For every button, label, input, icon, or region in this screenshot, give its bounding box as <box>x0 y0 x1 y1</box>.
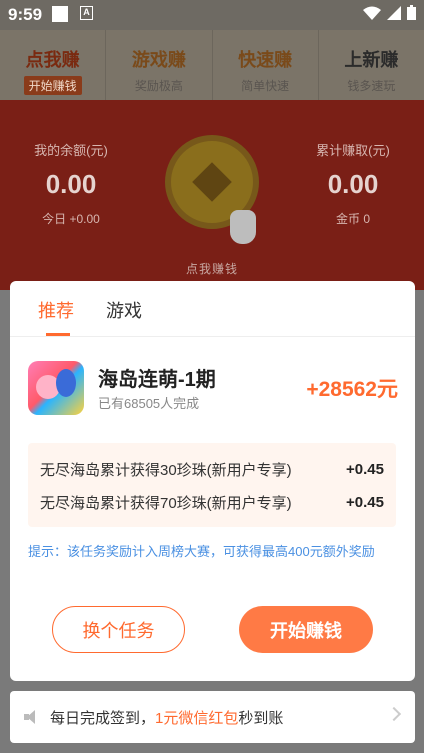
chevron-right-icon <box>386 706 402 722</box>
notice-prefix: 每日完成签到， <box>50 709 156 727</box>
tab-subtitle: 开始赚钱 <box>23 76 82 95</box>
tab-title: 快速赚 <box>238 50 293 70</box>
tab-click-earn[interactable]: 点我赚 开始赚钱 <box>0 30 105 100</box>
status-bar: 9:59 A <box>0 0 424 30</box>
game-app-icon <box>28 361 84 415</box>
game-completion-count: 已有68505人完成 <box>98 396 200 411</box>
tab-games[interactable]: 游戏 <box>106 281 142 336</box>
task-modal: 推荐 游戏 海岛连萌-1期 已有68505人完成 +28562元 无尽海岛累计获… <box>10 281 415 681</box>
signal-icon <box>387 5 401 20</box>
game-name: 海岛连萌-1期 <box>98 369 216 391</box>
tab-subtitle: 奖励极高 <box>134 79 183 93</box>
total-label: 累计赚取(元) <box>316 143 390 158</box>
balance-value: 0.00 <box>45 169 97 199</box>
tab-recommend[interactable]: 推荐 <box>38 281 74 336</box>
notice-suffix: 秒到账 <box>238 709 284 727</box>
status-icons <box>363 5 416 20</box>
tab-game-earn[interactable]: 游戏赚 奖励极高 <box>105 30 211 100</box>
total-block: 累计赚取(元) 0.00 金币 0 <box>288 140 418 227</box>
tab-subtitle: 钱多速玩 <box>347 79 396 93</box>
balance-label: 我的余额(元) <box>34 143 108 158</box>
notification-a-icon: A <box>80 6 93 20</box>
game-reward: +28562元 <box>306 378 398 401</box>
battery-icon <box>407 5 416 20</box>
modal-tabs: 推荐 游戏 <box>10 281 415 337</box>
balance-block: 我的余额(元) 0.00 今日 +0.00 <box>6 140 136 227</box>
task-item: 无尽海岛累计获得30珍珠(新用户专享) +0.45 <box>40 453 384 486</box>
click-earn-label: 点我赚钱 <box>185 262 238 276</box>
notice-text: 每日完成签到，1元微信红包秒到账 <box>50 707 283 728</box>
notice-highlight: 1元微信红包 <box>155 709 239 727</box>
tab-fast-earn[interactable]: 快速赚 简单快速 <box>211 30 318 100</box>
tab-subtitle: 简单快速 <box>241 79 290 93</box>
coin-count: 金币 0 <box>335 212 370 226</box>
today-earnings: 今日 +0.00 <box>42 212 100 226</box>
task-desc: 无尽海岛累计获得70珍珠(新用户专享) <box>40 495 292 512</box>
task-desc: 无尽海岛累计获得30珍珠(新用户专享) <box>40 462 292 479</box>
wifi-icon <box>363 6 381 20</box>
change-task-button[interactable]: 换个任务 <box>52 606 185 653</box>
earnings-header: 我的余额(元) 0.00 今日 +0.00 累计赚取(元) 0.00 金币 0 … <box>0 100 424 290</box>
speaker-icon <box>24 710 40 724</box>
tab-title: 点我赚 <box>25 50 80 70</box>
start-earning-button[interactable]: 开始赚钱 <box>239 606 373 653</box>
game-row[interactable]: 海岛连萌-1期 已有68505人完成 +28562元 <box>28 361 398 417</box>
task-amount: +0.45 <box>346 494 384 511</box>
category-tabs: 点我赚 开始赚钱 游戏赚 奖励极高 快速赚 简单快速 上新赚 钱多速玩 <box>0 30 424 100</box>
tab-title: 游戏赚 <box>131 50 186 70</box>
pointer-hand-icon <box>230 210 256 244</box>
tip-text: 提示：该任务奖励计入周榜大赛，可获得最高400元额外奖励 <box>28 544 375 559</box>
tab-new-earn[interactable]: 上新赚 钱多速玩 <box>317 30 424 100</box>
tab-title: 上新赚 <box>344 50 399 70</box>
status-time: 9:59 <box>8 5 43 24</box>
task-amount: +0.45 <box>346 461 384 478</box>
notification-square-icon <box>52 6 68 22</box>
task-list: 无尽海岛累计获得30珍珠(新用户专享) +0.45 无尽海岛累计获得70珍珠(新… <box>28 443 396 527</box>
checkin-notice-bar[interactable]: 每日完成签到，1元微信红包秒到账 <box>10 691 415 743</box>
task-item: 无尽海岛累计获得70珍珠(新用户专享) +0.45 <box>40 486 384 519</box>
total-value: 0.00 <box>327 169 379 199</box>
